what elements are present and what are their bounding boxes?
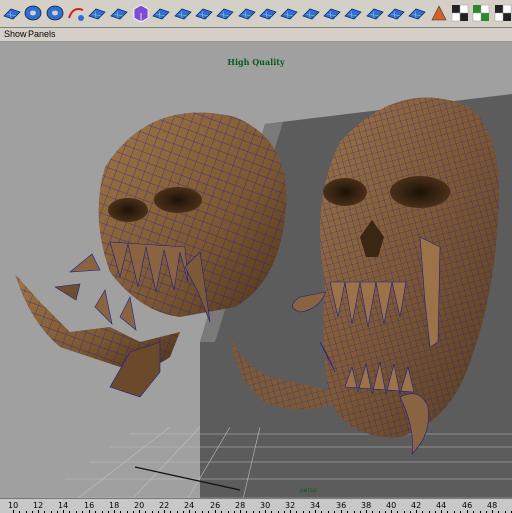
nurbs-plane-icon[interactable] bbox=[1, 2, 23, 24]
stitch-icon[interactable] bbox=[406, 2, 428, 24]
scene-canvas[interactable] bbox=[0, 42, 512, 512]
ruler-tick-label: 20 bbox=[134, 501, 145, 510]
bevel-icon[interactable] bbox=[193, 2, 215, 24]
sculpt-tool-icon[interactable] bbox=[428, 2, 450, 24]
ruler-tick-label: 44 bbox=[436, 501, 447, 510]
fillet-icon[interactable] bbox=[385, 2, 407, 24]
ruler-tick-label: 48 bbox=[487, 501, 498, 510]
time-ruler[interactable]: 10 12 14 16 18 20 22 24 26 28 30 32 34 36 38 40 42 44 46 48 bbox=[0, 498, 512, 513]
untrim-icon[interactable] bbox=[278, 2, 300, 24]
ruler-tick-label: 32 bbox=[285, 501, 296, 510]
rebuild-surface-icon[interactable] bbox=[364, 2, 386, 24]
panel-menubar: Show Panels bbox=[0, 28, 512, 42]
hud-quality-label: High Quality bbox=[227, 57, 285, 67]
ruler-tick-label: 40 bbox=[386, 501, 397, 510]
ruler-tick-label: 42 bbox=[411, 501, 422, 510]
ruler-tick-label: 12 bbox=[33, 501, 44, 510]
loft-icon[interactable] bbox=[86, 2, 108, 24]
curve-tool-icon[interactable] bbox=[65, 2, 87, 24]
ruler-tick-label: 14 bbox=[58, 501, 69, 510]
menu-show[interactable]: Show bbox=[4, 29, 27, 39]
ruler-tick-label: 38 bbox=[361, 501, 372, 510]
planar-icon[interactable] bbox=[172, 2, 194, 24]
extrude-icon[interactable] bbox=[150, 2, 172, 24]
ruler-tick-label: 46 bbox=[462, 501, 473, 510]
checker-smooth-icon[interactable] bbox=[492, 2, 512, 24]
ruler-tick-label: 16 bbox=[84, 501, 95, 510]
shelf-toolbar bbox=[0, 0, 512, 28]
revolve-icon[interactable] bbox=[108, 2, 130, 24]
boolean-union-icon[interactable] bbox=[300, 2, 322, 24]
trim-icon[interactable] bbox=[257, 2, 279, 24]
ruler-tick-label: 30 bbox=[260, 501, 271, 510]
poly-cube-icon[interactable] bbox=[129, 2, 151, 24]
ruler-tick-label: 10 bbox=[8, 501, 19, 510]
camera-name-label: persp bbox=[300, 487, 317, 494]
ruler-tick-label: 26 bbox=[210, 501, 221, 510]
perspective-viewport[interactable]: High Quality persp bbox=[0, 42, 512, 512]
ruler-tick-label: 36 bbox=[336, 501, 347, 510]
boolean-intersect-icon[interactable] bbox=[342, 2, 364, 24]
checker-uv-icon[interactable] bbox=[449, 2, 471, 24]
attach-icon[interactable] bbox=[214, 2, 236, 24]
nurbs-sphere-icon[interactable] bbox=[22, 2, 44, 24]
ruler-tick-label: 24 bbox=[184, 501, 195, 510]
menu-panels[interactable]: Panels bbox=[28, 29, 56, 39]
boolean-difference-icon[interactable] bbox=[321, 2, 343, 24]
ruler-tick-label: 22 bbox=[159, 501, 170, 510]
ruler-tick-label: 18 bbox=[109, 501, 120, 510]
detach-icon[interactable] bbox=[236, 2, 258, 24]
nurbs-torus-icon[interactable] bbox=[44, 2, 66, 24]
ruler-tick-label: 34 bbox=[310, 501, 321, 510]
ruler-tick-label: 28 bbox=[235, 501, 246, 510]
checker-transfer-icon[interactable] bbox=[470, 2, 492, 24]
